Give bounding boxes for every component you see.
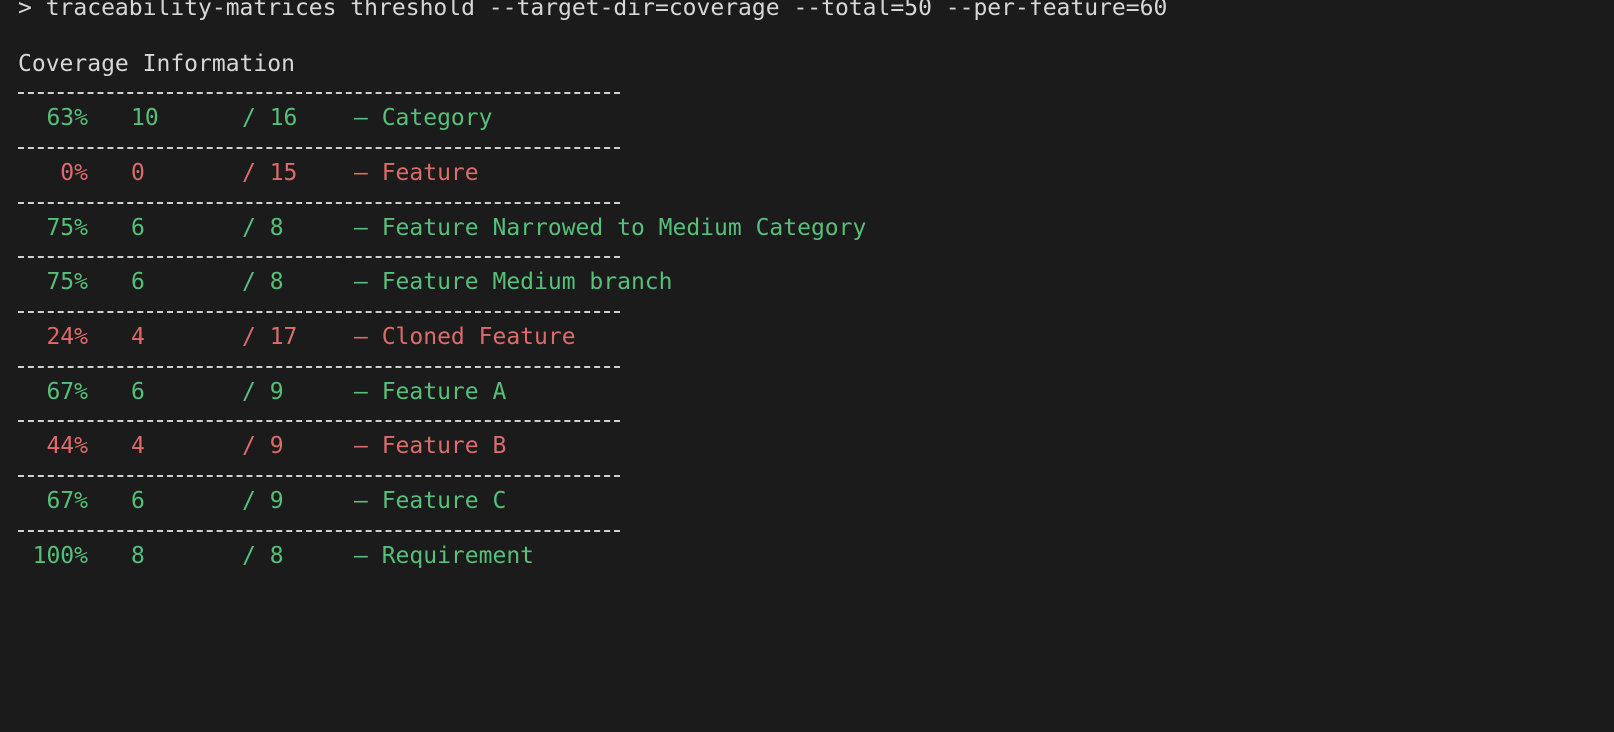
row-separator bbox=[18, 311, 620, 313]
covered-count: 6 bbox=[131, 379, 145, 405]
coverage-row-feature: 0% 0 / 15 – Feature bbox=[0, 157, 1614, 189]
coverage-percent: 24% bbox=[46, 324, 88, 350]
coverage-row-feature-c: 67% 6 / 9 – Feature C bbox=[0, 485, 1614, 517]
coverage-heading: Coverage Information bbox=[18, 51, 295, 77]
feature-name: – Cloned Feature bbox=[354, 324, 576, 350]
total-count: / 9 bbox=[242, 433, 284, 459]
coverage-percent: 63% bbox=[46, 105, 88, 131]
row-separator bbox=[18, 256, 620, 258]
row-separator bbox=[18, 420, 620, 422]
covered-count: 4 bbox=[131, 433, 145, 459]
row-separator bbox=[18, 530, 620, 532]
row-separator bbox=[18, 202, 620, 204]
feature-name: – Feature C bbox=[354, 488, 507, 514]
coverage-percent: 0% bbox=[60, 160, 88, 186]
coverage-percent: 100% bbox=[32, 543, 88, 569]
coverage-row-cloned-feature: 24% 4 / 17 – Cloned Feature bbox=[0, 321, 1614, 353]
feature-name: – Feature Narrowed to Medium Category bbox=[354, 215, 867, 241]
covered-count: 6 bbox=[131, 488, 145, 514]
feature-name: – Feature B bbox=[354, 433, 507, 459]
feature-name: – Feature Medium branch bbox=[354, 269, 673, 295]
coverage-row-feature-a: 67% 6 / 9 – Feature A bbox=[0, 376, 1614, 408]
feature-name: – Requirement bbox=[354, 543, 535, 569]
coverage-percent: 75% bbox=[46, 215, 88, 241]
coverage-row-requirement: 100% 8 / 8 – Requirement bbox=[0, 540, 1614, 572]
covered-count: 8 bbox=[131, 543, 145, 569]
covered-count: 0 bbox=[131, 160, 145, 186]
total-count: / 8 bbox=[242, 269, 284, 295]
coverage-row-category: 63% 10 / 16 – Category bbox=[0, 102, 1614, 134]
coverage-row-feature-medium-branch: 75% 6 / 8 – Feature Medium branch bbox=[0, 266, 1614, 298]
covered-count: 6 bbox=[131, 269, 145, 295]
command-line: > traceability-matrices threshold --targ… bbox=[18, 0, 1168, 21]
row-separator bbox=[18, 147, 620, 149]
coverage-percent: 44% bbox=[46, 433, 88, 459]
coverage-percent: 75% bbox=[46, 269, 88, 295]
total-count: / 8 bbox=[242, 215, 284, 241]
coverage-row-feature-b: 44% 4 / 9 – Feature B bbox=[0, 430, 1614, 462]
feature-name: – Feature bbox=[354, 160, 479, 186]
feature-name: – Category bbox=[354, 105, 493, 131]
total-count: / 17 bbox=[242, 324, 298, 350]
row-separator bbox=[18, 475, 620, 477]
coverage-row-feature-narrowed: 75% 6 / 8 – Feature Narrowed to Medium C… bbox=[0, 212, 1614, 244]
covered-count: 6 bbox=[131, 215, 145, 241]
total-count: / 15 bbox=[242, 160, 298, 186]
covered-count: 4 bbox=[131, 324, 145, 350]
terminal-window[interactable]: > traceability-matrices threshold --targ… bbox=[0, 0, 1614, 596]
total-count: / 9 bbox=[242, 488, 284, 514]
total-count: / 16 bbox=[242, 105, 298, 131]
row-separator bbox=[18, 366, 620, 368]
feature-name: – Feature A bbox=[354, 379, 507, 405]
covered-count: 10 bbox=[131, 105, 159, 131]
coverage-percent: 67% bbox=[46, 379, 88, 405]
total-count: / 9 bbox=[242, 379, 284, 405]
total-count: / 8 bbox=[242, 543, 284, 569]
coverage-percent: 67% bbox=[46, 488, 88, 514]
row-separator bbox=[18, 92, 620, 94]
